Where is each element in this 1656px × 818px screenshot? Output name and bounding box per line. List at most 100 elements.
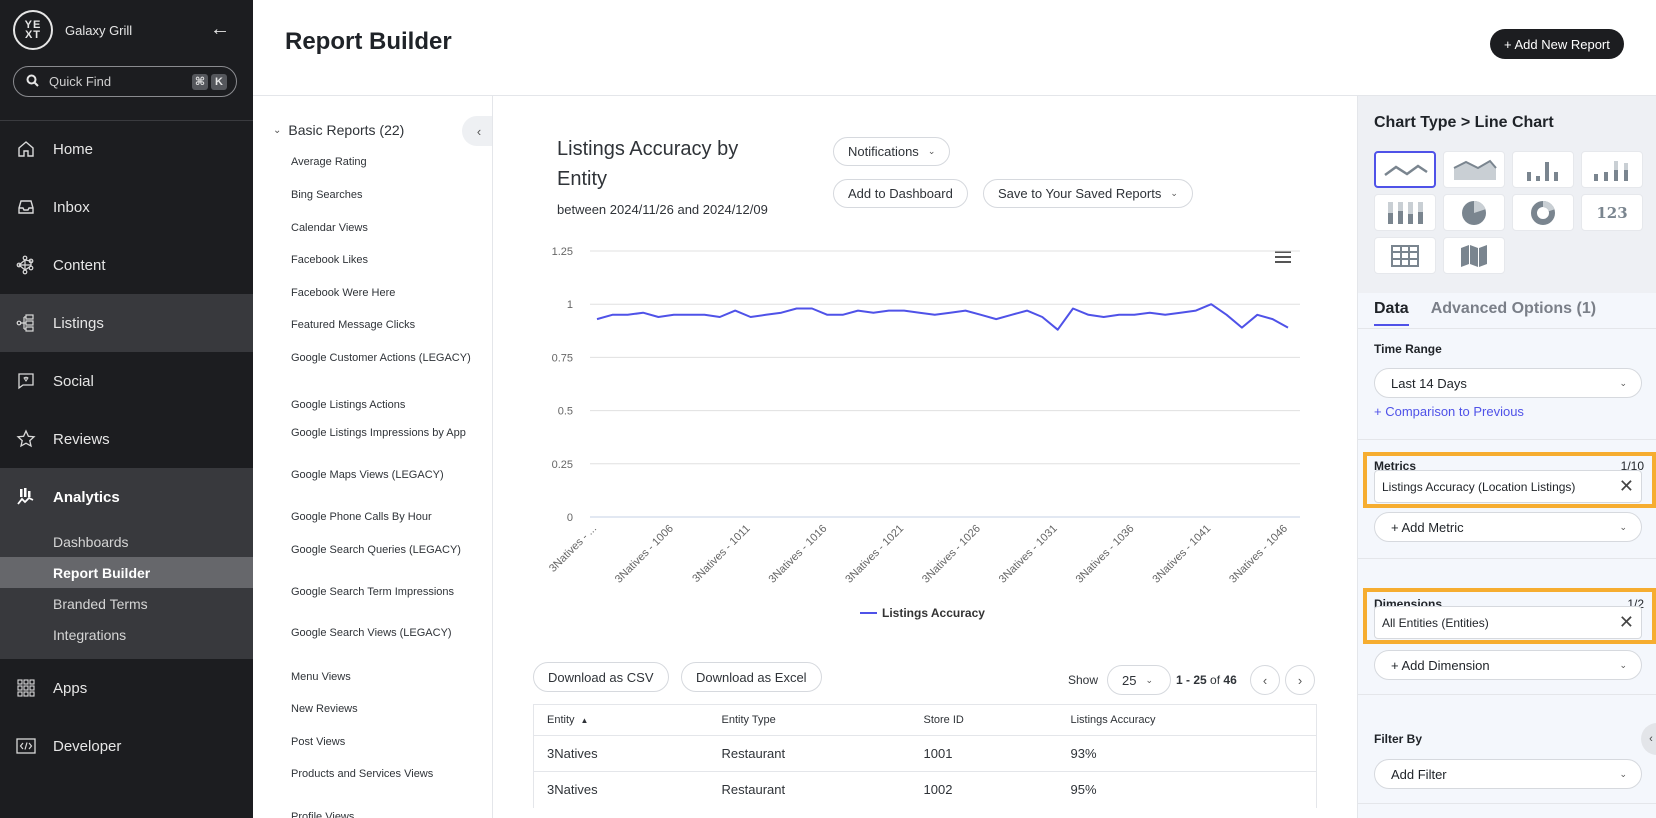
sidebar-item-label: Analytics — [53, 488, 120, 506]
add-filter-select[interactable]: Add Filter ⌄ — [1374, 759, 1642, 789]
sidebar-item-apps[interactable]: Apps — [0, 659, 253, 717]
column-header-entity-type[interactable]: Entity Type — [708, 704, 911, 736]
sidebar-subitem-dashboards[interactable]: Dashboards — [0, 526, 253, 557]
y-tick-label: 0.75 — [552, 352, 573, 364]
report-list-item[interactable]: Products and Services Views — [291, 766, 433, 782]
add-dimension-select[interactable]: + Add Dimension ⌄ — [1374, 650, 1642, 680]
save-report-dropdown[interactable]: Save to Your Saved Reports ⌄ — [983, 179, 1193, 208]
chart-type-donut[interactable] — [1512, 194, 1574, 231]
report-list-item[interactable]: Facebook Were Here — [291, 285, 395, 301]
chart-type-map[interactable] — [1443, 237, 1505, 274]
chart-type-bar[interactable] — [1512, 151, 1574, 188]
column-header-listings-accuracy[interactable]: Listings Accuracy — [1057, 704, 1317, 736]
report-list-item[interactable]: Google Listings Actions — [291, 397, 405, 413]
sidebar-subitem-integrations[interactable]: Integrations — [0, 619, 253, 650]
download-excel-button[interactable]: Download as Excel — [681, 662, 822, 692]
reviews-icon — [16, 429, 36, 449]
time-range-label: Time Range — [1374, 342, 1442, 356]
column-header-entity[interactable]: Entity ▲ — [533, 704, 709, 736]
table-row[interactable]: 3Natives Restaurant 1002 95% — [533, 771, 1317, 808]
table-cell: Restaurant — [708, 771, 911, 808]
sidebar-subitem-report-builder[interactable]: Report Builder — [0, 557, 253, 588]
remove-dimension-close-icon[interactable]: ✕ — [1619, 612, 1634, 633]
report-list-item[interactable]: Facebook Likes — [291, 252, 368, 268]
download-csv-button[interactable]: Download as CSV — [533, 662, 669, 692]
chart-type-pie[interactable] — [1443, 194, 1505, 231]
tab-advanced-options[interactable]: Advanced Options (1) — [1431, 300, 1596, 326]
report-list-item[interactable]: Calendar Views — [291, 220, 368, 236]
add-to-dashboard-button[interactable]: Add to Dashboard — [833, 179, 968, 208]
time-range-select[interactable]: Last 14 Days ⌄ — [1374, 368, 1642, 398]
report-list-item[interactable]: Bing Searches — [291, 187, 363, 203]
panel-collapse-tab[interactable]: ‹ — [1641, 723, 1656, 755]
column-header-store-id[interactable]: Store ID — [910, 704, 1058, 736]
next-page-button[interactable]: › — [1285, 665, 1315, 695]
prev-page-button[interactable]: ‹ — [1250, 665, 1280, 695]
chart-type-table[interactable] — [1374, 237, 1436, 274]
sidebar-item-label: Apps — [53, 679, 88, 697]
quick-find-input[interactable] — [49, 74, 189, 89]
table-cell: 95% — [1057, 771, 1317, 808]
report-list-item[interactable]: Post Views — [291, 734, 345, 750]
add-metric-select[interactable]: + Add Metric ⌄ — [1374, 512, 1642, 542]
chevron-left-icon: ‹ — [476, 123, 482, 139]
chevron-down-icon: ⌄ — [927, 146, 936, 156]
dimension-chip-label: All Entities (Entities) — [1382, 615, 1489, 630]
add-new-report-button[interactable]: + Add New Report — [1490, 29, 1624, 59]
sidebar-item-developer[interactable]: Developer — [0, 717, 253, 775]
quick-find[interactable]: ⌘ K — [13, 66, 237, 97]
page-size-select[interactable]: 25 ⌄ — [1107, 665, 1171, 695]
sidebar-item-inbox[interactable]: Inbox — [0, 178, 253, 236]
sidebar-item-content[interactable]: Content — [0, 236, 253, 294]
pie-chart-icon — [1462, 200, 1486, 225]
tab-data[interactable]: Data — [1374, 300, 1409, 326]
report-title: Listings Accuracy by Entity — [557, 138, 739, 190]
sidebar-item-listings[interactable]: Listings — [0, 294, 253, 352]
sidebar-item-home[interactable]: Home — [0, 120, 253, 178]
page-size-value: 25 — [1122, 672, 1137, 688]
range-start-end: 1 - 25 — [1176, 673, 1207, 687]
sidebar-item-label: Content — [53, 256, 106, 274]
show-label: Show — [1068, 673, 1099, 687]
report-list-item[interactable]: Profile Views — [291, 809, 354, 818]
report-list-item[interactable]: Google Listings Impressions by App — [291, 425, 466, 441]
report-list-item[interactable]: Menu Views — [291, 669, 351, 685]
chart-type-area[interactable] — [1443, 151, 1505, 188]
remove-metric-close-icon[interactable]: ✕ — [1619, 476, 1634, 497]
report-table: Entity ▲ Entity Type Store ID Listings Ac… — [533, 704, 1317, 808]
sidebar-item-social[interactable]: Social — [0, 352, 253, 410]
x-tick-label: 3Natives - ... — [547, 523, 599, 575]
report-list-item[interactable]: New Reviews — [291, 701, 358, 717]
sidebar-item-analytics[interactable]: Analytics — [0, 468, 253, 526]
notifications-dropdown[interactable]: Notifications ⌄ — [833, 137, 951, 166]
chart-type-grouped-bar[interactable] — [1581, 151, 1643, 188]
brand[interactable]: YEXT Galaxy Grill — [13, 10, 132, 50]
chart-type-number[interactable]: 123 — [1581, 194, 1643, 231]
basic-reports-group-toggle[interactable]: ⌄ Basic Reports (22) — [273, 122, 404, 138]
report-list-item[interactable]: Google Maps Views (LEGACY) — [291, 467, 444, 483]
collapse-sidebar-arrow-icon[interactable]: ← — [210, 18, 230, 41]
report-list-item[interactable]: Google Search Term Impressions — [291, 584, 454, 600]
sidebar-item-reviews[interactable]: Reviews — [0, 410, 253, 468]
report-list-item[interactable]: Google Search Views (LEGACY) — [291, 625, 452, 641]
sidebar-subitem-branded-terms[interactable]: Branded Terms — [0, 588, 253, 619]
column-label: Listings Accuracy — [1070, 714, 1156, 726]
save-report-label: Save to Your Saved Reports — [998, 186, 1162, 201]
inbox-icon — [16, 197, 36, 217]
report-list-item[interactable]: Featured Message Clicks — [291, 317, 415, 333]
add-to-dashboard-label: Add to Dashboard — [848, 186, 953, 201]
filter-by-label: Filter By — [1374, 732, 1423, 746]
collapse-reports-button[interactable]: ‹ — [462, 116, 492, 146]
tabs-divider — [1358, 328, 1656, 329]
x-tick-label: 3Natives - 1016 — [766, 523, 829, 586]
comparison-to-previous-link[interactable]: + Comparison to Previous — [1374, 404, 1524, 419]
report-list-item[interactable]: Google Phone Calls By Hour — [291, 509, 432, 525]
chart-type-stacked-bar[interactable] — [1374, 194, 1436, 231]
report-list-item[interactable]: Google Search Queries (LEGACY) — [291, 542, 461, 558]
yext-logo: YEXT — [13, 10, 53, 50]
report-list-item[interactable]: Average Rating — [291, 154, 367, 170]
chart-legend-item[interactable]: Listings Accuracy — [860, 606, 985, 620]
table-row[interactable]: 3Natives Restaurant 1001 93% — [533, 735, 1317, 772]
report-list-item[interactable]: Google Customer Actions (LEGACY) — [291, 350, 471, 366]
chart-type-line[interactable] — [1374, 151, 1436, 188]
